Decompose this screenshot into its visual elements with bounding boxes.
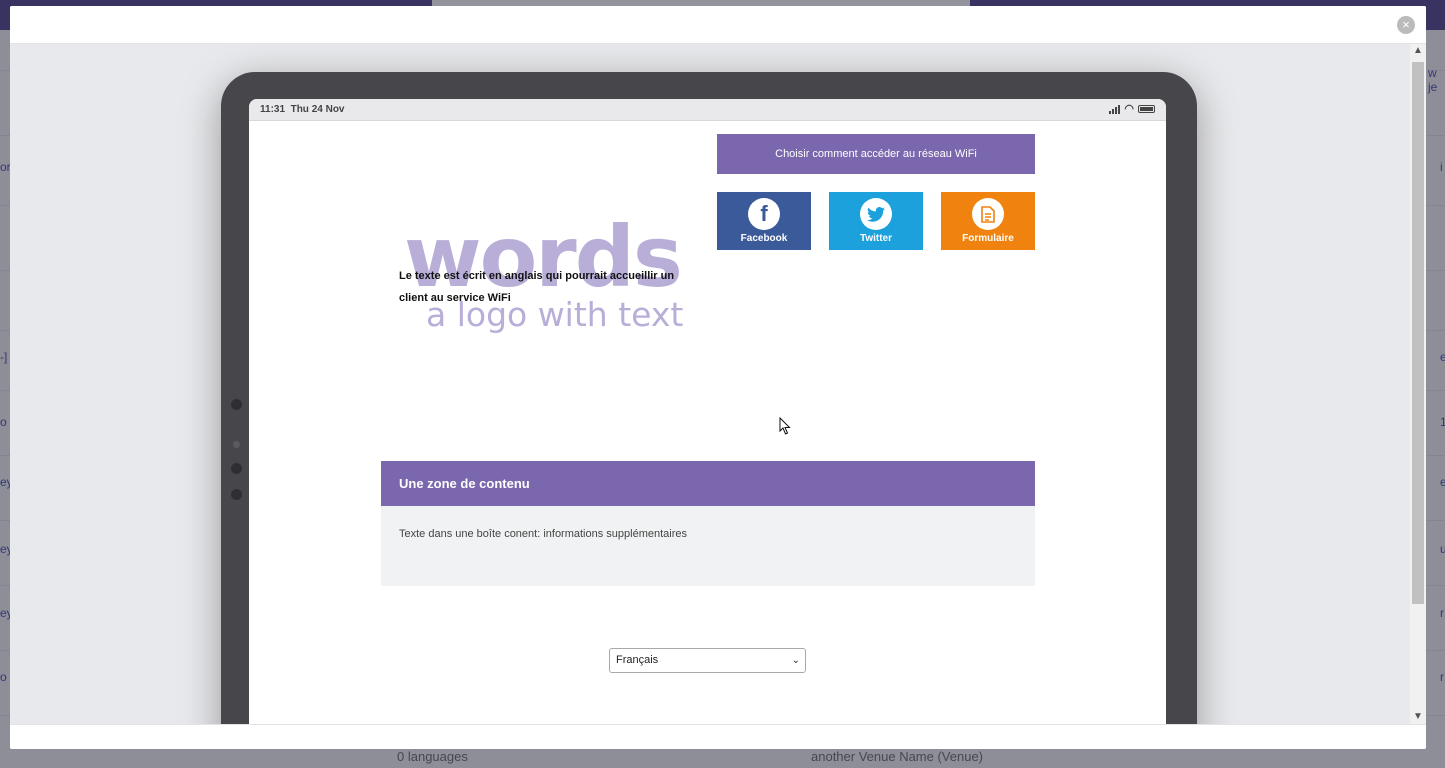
facebook-login-button[interactable]: f Facebook (717, 192, 811, 250)
scroll-up-icon[interactable]: ▲ (1410, 44, 1426, 58)
content-zone-title: Une zone de contenu (381, 461, 1035, 506)
tablet-button (231, 489, 242, 500)
tablet-screen: 11:31 Thu 24 Nov ◠ words a logo with tex… (249, 99, 1166, 724)
twitter-label: Twitter (859, 233, 893, 244)
content-zone-text: Texte dans une boîte conent: information… (399, 528, 688, 540)
mouse-pointer-icon (779, 417, 791, 435)
wifi-icon: ◠ (1124, 103, 1134, 115)
modal-body: 11:31 Thu 24 Nov ◠ words a logo with tex… (10, 44, 1410, 724)
status-icons: ◠ (1109, 103, 1155, 115)
form-login-button[interactable]: Formulaire (941, 192, 1035, 250)
chevron-down-icon: ⌄ (791, 655, 800, 666)
language-select[interactable]: Français ⌄ (609, 648, 806, 673)
tablet-frame: 11:31 Thu 24 Nov ◠ words a logo with tex… (221, 72, 1197, 724)
tablet-camera (231, 399, 242, 410)
form-label: Formulaire (962, 233, 1014, 244)
facebook-icon: f (748, 198, 780, 230)
signal-icon (1109, 104, 1121, 114)
battery-icon (1138, 105, 1155, 113)
access-title: Choisir comment accéder au réseau WiFi (717, 134, 1035, 174)
language-select-value: Français (616, 654, 659, 666)
tablet-button (231, 463, 242, 474)
preview-modal: × 11:31 Thu 24 Nov ◠ words a logo with t… (10, 6, 1426, 749)
scroll-thumb[interactable] (1412, 62, 1424, 604)
tablet-status-bar: 11:31 Thu 24 Nov ◠ (249, 99, 1166, 121)
scroll-down-icon[interactable]: ▼ (1410, 710, 1426, 724)
modal-scrollbar[interactable]: ▲ ▼ (1410, 44, 1426, 724)
twitter-login-button[interactable]: Twitter (829, 192, 923, 250)
tablet-sensor (233, 441, 240, 448)
twitter-icon (860, 198, 892, 230)
facebook-label: Facebook (740, 233, 788, 244)
content-zone: Une zone de contenu Texte dans une boîte… (381, 461, 1035, 586)
status-time: 11:31 Thu 24 Nov (260, 104, 345, 115)
modal-footer (10, 724, 1426, 749)
modal-header: × (10, 6, 1426, 44)
form-icon (972, 198, 1004, 230)
welcome-text: Le texte est écrit en anglais qui pourra… (399, 270, 675, 304)
close-button[interactable]: × (1397, 16, 1415, 34)
